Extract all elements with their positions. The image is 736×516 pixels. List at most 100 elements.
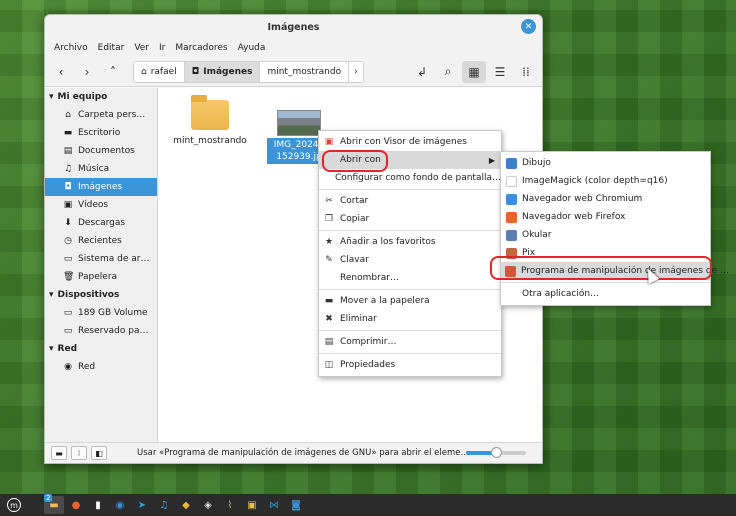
open-with-submenu: Dibujo ImageMagick (color depth=q16) Naveg…	[500, 151, 729, 306]
sidebar-item-label: Carpeta pers…	[78, 110, 146, 120]
open-with-item-pix[interactable]: Pix	[501, 244, 710, 262]
menu-item-anadir-a-los-favoritos[interactable]: ★ Añadir a los favoritos	[319, 233, 501, 251]
breadcrumb-next-button[interactable]: ›	[349, 62, 363, 82]
sidebar-item-label: Imágenes	[78, 182, 123, 192]
menu-item-propiedades[interactable]: ◫ Propiedades	[319, 356, 501, 374]
drive-icon: ▭	[63, 254, 73, 264]
sidebar-item-documentos[interactable]: ▤ Documentos	[45, 142, 157, 160]
sidebar-item-descargas[interactable]: ⬇ Descargas	[45, 214, 157, 232]
chevron-down-icon: ▾	[49, 344, 54, 354]
menu-item-comprimir[interactable]: ▤ Comprimir…	[319, 333, 501, 351]
taskbar-files[interactable]: ▬ 2	[44, 494, 64, 514]
sidebar: ▾ Mi equipo ⌂ Carpeta pers… ▬ Escritorio ▤ D…	[45, 88, 158, 444]
app-imagemagick-icon	[505, 175, 517, 187]
up-button[interactable]: ˄	[101, 61, 125, 83]
taskbar-terminal[interactable]: ▮	[88, 496, 108, 514]
sidebar-item-reservado[interactable]: ▭ Reservado pa…	[45, 322, 157, 340]
icon-view-button[interactable]: ▦	[462, 60, 486, 83]
menu-ayuda[interactable]: Ayuda	[233, 43, 271, 53]
menu-item-configurar-como-fondo-de-pantalla[interactable]: Configurar como fondo de pantalla…	[319, 169, 501, 187]
menu-item-mover-a-la-papelera[interactable]: ▬ Mover a la papelera	[319, 292, 501, 310]
zoom-slider[interactable]	[466, 447, 526, 458]
app-icon: ◉	[115, 499, 125, 511]
taskbar-app-yellow[interactable]: ◆	[176, 496, 196, 514]
sidebar-item-red[interactable]: ◉ Red	[45, 358, 157, 376]
toggle-location-button[interactable]: ↲	[410, 61, 434, 83]
sidebar-item-recientes[interactable]: ◷ Recientes	[45, 232, 157, 250]
taskbar-system-monitor[interactable]: ⌇	[220, 496, 240, 514]
workspace-badge: 2	[44, 494, 53, 502]
menu-item-cortar[interactable]: ✂ Cortar	[319, 192, 501, 210]
file-label: mint_mostrando	[173, 136, 247, 146]
folder-item[interactable]: mint_mostrando	[173, 95, 247, 146]
zoom-knob[interactable]	[491, 447, 502, 458]
menu-item-label: Eliminar	[340, 314, 377, 324]
taskbar-app-gray[interactable]: ◈	[198, 496, 218, 514]
open-with-item-programa-de-manipulacion-de-imagenes-de[interactable]: Programa de manipulación de imágenes de …	[501, 262, 729, 280]
breadcrumb-item-imagenes[interactable]: ◘ Imágenes	[184, 61, 261, 82]
breadcrumb-item-home[interactable]: ⌂ rafael	[134, 61, 185, 82]
menu-item-eliminar[interactable]: ✖ Eliminar	[319, 310, 501, 328]
list-view-button[interactable]: ☰	[488, 61, 512, 83]
desktop-icon: ▬	[63, 128, 73, 138]
forward-button[interactable]: ›	[75, 61, 99, 83]
taskbar-app-blue[interactable]: ◉	[110, 496, 130, 514]
sidebar-item-musica[interactable]: ♫ Música	[45, 160, 157, 178]
menu-archivo[interactable]: Archivo	[49, 43, 93, 53]
sidebar-section-red[interactable]: ▾ Red	[45, 340, 157, 358]
menu-item-label: Cortar	[340, 196, 369, 206]
toggle-places-button[interactable]: ▬	[51, 446, 67, 460]
menu-item-abrir-con-visor-de-imagenes[interactable]: ▣ Abrir con Visor de imágenes	[319, 133, 501, 151]
taskbar-firefox[interactable]: ●	[66, 496, 86, 514]
menu-item-abrir-con[interactable]: Abrir con ▶	[319, 151, 501, 169]
breadcrumb-label: rafael	[150, 66, 177, 77]
menu-ver[interactable]: Ver	[129, 43, 154, 53]
menu-item-copiar[interactable]: ❐ Copiar	[319, 210, 501, 228]
status-bar: ▬ ⁝ ◧ Usar «Programa de manipulación de …	[45, 442, 542, 463]
sidebar-item-volume[interactable]: ▭ 189 GB Volume	[45, 304, 157, 322]
open-with-item-okular[interactable]: Okular	[501, 226, 710, 244]
sidebar-section-dispositivos[interactable]: ▾ Dispositivos	[45, 286, 157, 304]
sidebar-item-label: Papelera	[78, 272, 118, 282]
open-with-item-imagemagick-color-depth-q16[interactable]: ImageMagick (color depth=q16)	[501, 172, 710, 190]
telegram-icon: ➤	[137, 499, 147, 511]
sidebar-item-videos[interactable]: ▣ Vídeos	[45, 196, 157, 214]
taskbar-telegram[interactable]: ➤	[132, 496, 152, 514]
taskbar-vscode[interactable]: ⋈	[264, 496, 284, 514]
menu-item-renombrar[interactable]: Renombrar…	[319, 269, 501, 287]
compact-view-button[interactable]: ⁞⁞	[514, 61, 538, 83]
properties-icon: ◫	[324, 360, 334, 370]
open-with-item-dibujo[interactable]: Dibujo	[501, 154, 710, 172]
sidebar-item-carpeta-personal[interactable]: ⌂ Carpeta pers…	[45, 106, 157, 124]
location-entry-icon: ↲	[416, 64, 428, 79]
menu-ir[interactable]: Ir	[154, 43, 170, 53]
taskbar-app-dark[interactable]: ◙	[286, 496, 306, 514]
sidebar-section-mi-equipo[interactable]: ▾ Mi equipo	[45, 88, 157, 106]
open-with-item-navegador-web-chromium[interactable]: Navegador web Chromium	[501, 190, 710, 208]
menu-editar[interactable]: Editar	[93, 43, 130, 53]
menu-item-label: Dibujo	[522, 158, 551, 168]
sidebar-item-sistema-archivos[interactable]: ▭ Sistema de ar…	[45, 250, 157, 268]
title-bar[interactable]: Imágenes ✕	[45, 15, 542, 39]
menu-separator	[319, 189, 501, 190]
menu-button[interactable]: m	[4, 496, 24, 514]
toggle-tree-button[interactable]: ⁝	[71, 446, 87, 460]
sidebar-item-imagenes[interactable]: ◘ Imágenes	[45, 178, 157, 196]
open-with-item-otra-aplicacion[interactable]: Otra aplicación…	[501, 285, 710, 303]
back-button[interactable]: ‹	[49, 61, 73, 83]
toggle-sidebar-button[interactable]: ◧	[91, 446, 107, 460]
menu-item-clavar[interactable]: ✎ Clavar	[319, 251, 501, 269]
close-window-button[interactable]: ✕	[521, 19, 536, 34]
app-okular-icon	[505, 229, 517, 241]
sidebar-item-papelera[interactable]: 🗑 Papelera	[45, 268, 157, 286]
camera-icon: ◘	[191, 66, 200, 77]
document-icon: ▤	[63, 146, 73, 156]
breadcrumb: ⌂ rafael ◘ Imágenes mint_mostrando ›	[133, 60, 364, 83]
taskbar-app-folder[interactable]: ▣	[242, 496, 262, 514]
sidebar-item-escritorio[interactable]: ▬ Escritorio	[45, 124, 157, 142]
taskbar-music[interactable]: ♫	[154, 496, 174, 514]
search-button[interactable]: ⌕	[436, 61, 460, 83]
open-with-item-navegador-web-firefox[interactable]: Navegador web Firefox	[501, 208, 710, 226]
breadcrumb-item-mint-mostrando[interactable]: mint_mostrando	[260, 61, 350, 82]
menu-marcadores[interactable]: Marcadores	[170, 43, 232, 53]
